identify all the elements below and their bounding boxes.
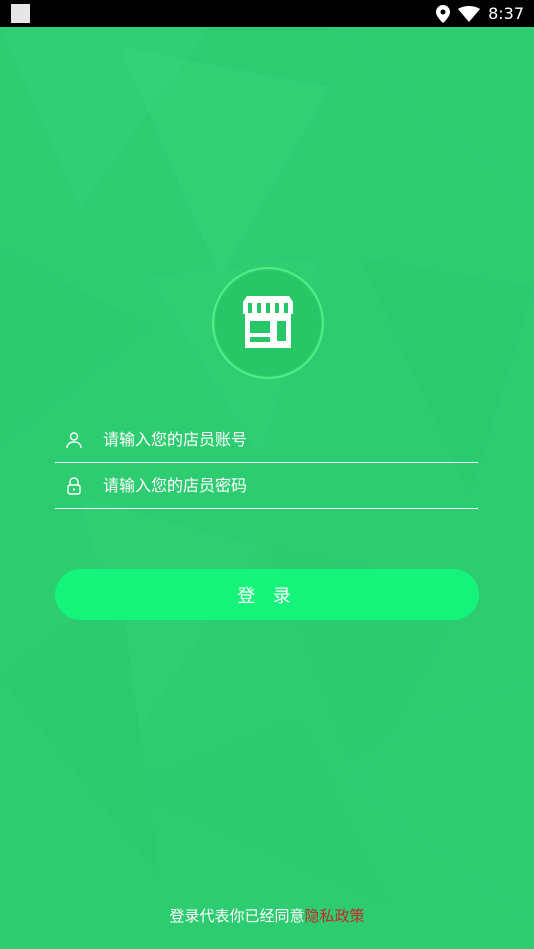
agreement-prefix: 登录代表你已经同意 [169,907,305,925]
status-bar: 8:37 [0,0,534,27]
status-icons: 8:37 [436,0,524,27]
password-field [55,463,478,509]
notification-placeholder-icon [11,4,30,23]
location-icon [436,4,451,23]
lock-icon [59,471,89,501]
account-input[interactable] [101,423,478,456]
user-icon [59,425,89,455]
privacy-policy-link[interactable]: 隐私政策 [305,907,365,925]
login-button[interactable]: 登 录 [55,569,479,620]
status-time: 8:37 [488,4,524,23]
wifi-icon [458,5,481,22]
store-icon [243,296,293,348]
password-input[interactable] [101,469,478,502]
store-logo [212,267,324,379]
agreement-text: 登录代表你已经同意隐私政策 [0,904,534,928]
account-field [55,417,478,463]
